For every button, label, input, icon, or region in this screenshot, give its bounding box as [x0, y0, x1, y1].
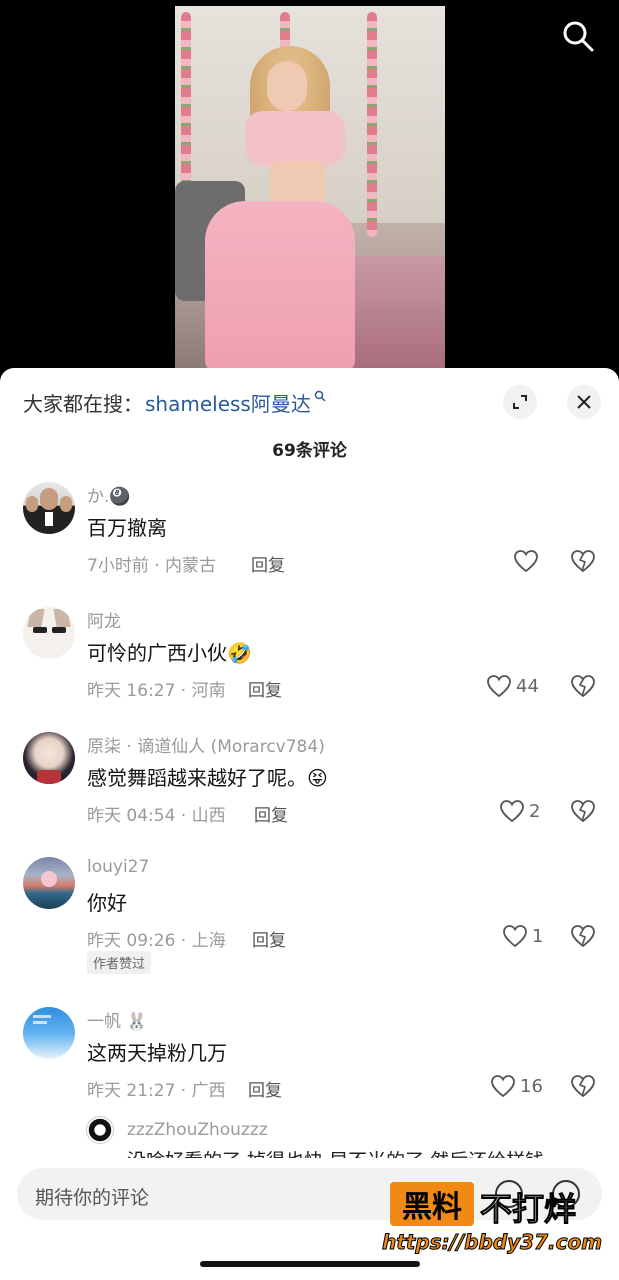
watermark-url: https://bbdy37.com — [381, 1230, 603, 1255]
comment-sheet: 大家都在搜： shameless阿曼达 69条评论 か.🎱 百万撤离 7小时前 … — [0, 368, 619, 1280]
broken-heart-icon[interactable] — [569, 798, 597, 824]
comment-text: 可怜的广西小伙🤣 — [87, 641, 252, 665]
comment-meta: 昨天 04:54 · 山西 — [87, 806, 226, 826]
comment-text: 这两天掉粉几万 — [87, 1041, 227, 1065]
comment-meta: 昨天 21:27 · 广西 — [87, 1081, 226, 1101]
avatar[interactable] — [23, 732, 75, 784]
video-frame[interactable] — [175, 6, 445, 368]
watermark-slogan: 不打烊 — [479, 1190, 577, 1229]
sub-reply: zzzZhouZhouzzz 没啥好看的了 掉得也快 早不当的了 然后还给样钱 — [86, 1114, 586, 1172]
broken-heart-icon[interactable] — [569, 673, 597, 699]
broken-heart-icon[interactable] — [569, 1073, 597, 1099]
comment-author[interactable]: 阿龙 — [87, 607, 121, 632]
comment-text: 感觉舞蹈越来越好了呢。😝 — [87, 766, 328, 790]
comment-meta: 7小时前 · 内蒙古 — [87, 556, 217, 576]
reply-button[interactable]: 回复 — [248, 1076, 282, 1101]
watermark: 黑料 不打烊 https://bbdy37.com — [381, 1182, 605, 1262]
broken-heart-icon[interactable] — [569, 923, 597, 949]
search-icon — [314, 390, 326, 402]
heart-icon — [500, 800, 524, 823]
like-count: 1 — [532, 925, 544, 947]
person-pants — [205, 201, 355, 368]
like-count: 44 — [516, 675, 539, 697]
like-button[interactable]: 2 — [499, 798, 540, 824]
reply-button[interactable]: 回复 — [251, 551, 285, 576]
comment-meta: 昨天 16:27 · 河南 — [87, 681, 226, 701]
trending-search[interactable]: 大家都在搜： shameless阿曼达 — [23, 388, 326, 416]
comment-author[interactable]: 原柒 · 谪道仙人 (Morarcv784) — [87, 732, 325, 757]
reply-button[interactable]: 回复 — [252, 926, 286, 951]
avatar[interactable] — [86, 1116, 114, 1144]
sub-reply-author[interactable]: zzzZhouZhouzzz — [127, 1120, 268, 1140]
author-liked-badge: 作者赞过 — [87, 951, 152, 974]
person-face — [267, 61, 307, 111]
search-icon[interactable] — [560, 18, 596, 54]
like-count: 2 — [529, 800, 541, 822]
broken-heart-icon[interactable] — [569, 548, 597, 574]
comment-author[interactable]: louyi27 — [87, 857, 149, 877]
avatar[interactable] — [23, 1007, 75, 1059]
expand-icon — [513, 395, 527, 409]
like-button[interactable] — [513, 548, 543, 574]
watermark-logo: 黑料 — [390, 1182, 474, 1226]
trending-search-keyword[interactable]: shameless阿曼达 — [145, 388, 311, 417]
comment-count: 69条评论 — [272, 441, 347, 461]
comment-input-placeholder: 期待你的评论 — [35, 1187, 150, 1209]
reply-button[interactable]: 回复 — [248, 676, 282, 701]
like-button[interactable]: 44 — [486, 673, 539, 699]
heart-icon — [491, 1075, 515, 1098]
video-player[interactable] — [0, 0, 619, 375]
comment-author[interactable]: か.🎱 — [87, 482, 131, 507]
close-icon — [577, 395, 591, 409]
flower-garland — [181, 12, 191, 202]
comment-text: 你好 — [87, 891, 127, 915]
person-midriff — [270, 161, 325, 206]
close-button[interactable] — [567, 385, 601, 419]
heart-icon — [514, 550, 538, 573]
home-indicator[interactable] — [200, 1261, 420, 1267]
like-count: 16 — [520, 1075, 543, 1097]
avatar[interactable] — [23, 482, 75, 534]
heart-icon — [503, 925, 527, 948]
avatar[interactable] — [23, 857, 75, 909]
reply-button[interactable]: 回复 — [254, 801, 288, 826]
like-button[interactable]: 1 — [502, 923, 543, 949]
comment-meta: 昨天 09:26 · 上海 — [87, 931, 226, 951]
expand-button[interactable] — [503, 385, 537, 419]
heart-icon — [487, 675, 511, 698]
like-button[interactable]: 16 — [490, 1073, 543, 1099]
flower-garland — [367, 12, 377, 237]
comment-author[interactable]: 一帆 🐰 — [87, 1007, 148, 1032]
trending-search-label: 大家都在搜： — [23, 391, 143, 416]
avatar[interactable] — [23, 607, 75, 659]
person-top — [245, 111, 345, 166]
comment-text: 百万撤离 — [87, 516, 167, 540]
